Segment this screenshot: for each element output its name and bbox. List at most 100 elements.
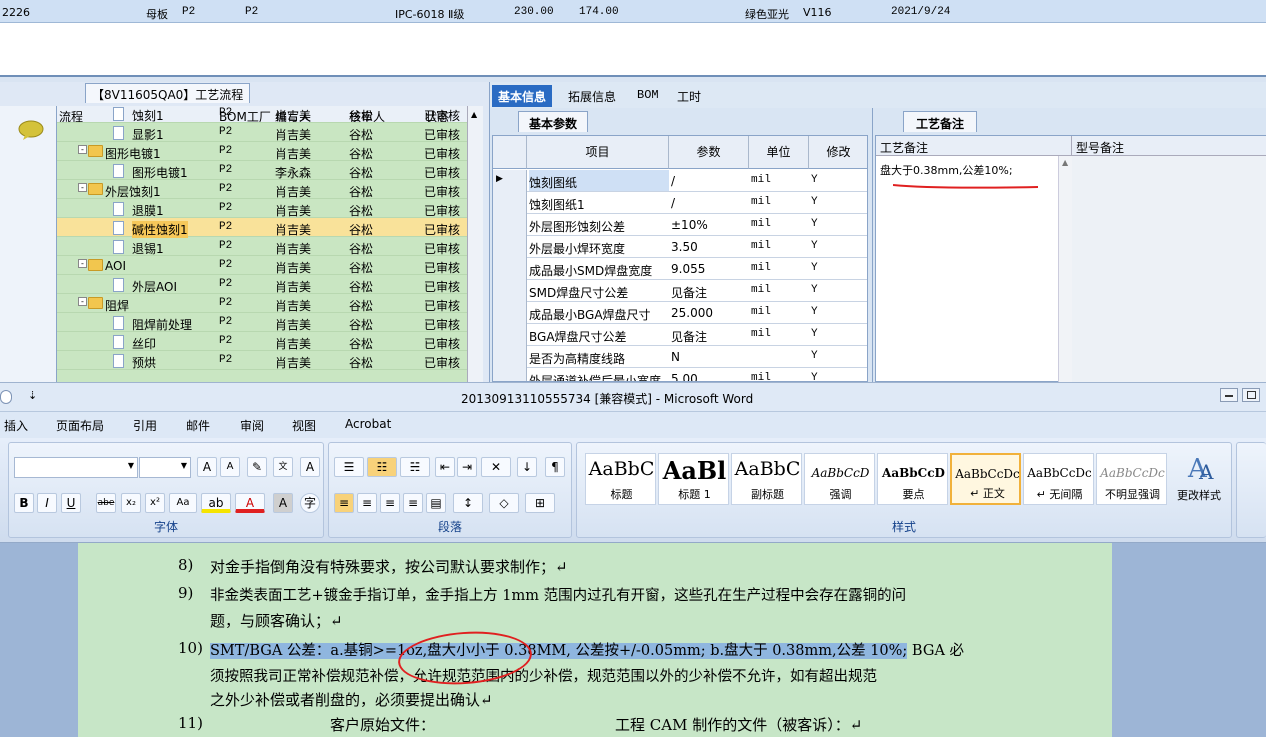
style-card[interactable]: AaBbC 副标题: [731, 453, 802, 505]
param-value[interactable]: /: [671, 196, 675, 210]
item-10-text[interactable]: SMT/BGA 公差：a.基铜>=1oz,盘大小小于 0.38MM, 公差按+/…: [210, 639, 964, 660]
row-header[interactable]: [493, 346, 527, 368]
row-header[interactable]: ▶: [493, 170, 527, 192]
process-row[interactable]: 外层AOI P2 肖吉美 谷松 已审核: [57, 275, 467, 294]
superscript-icon[interactable]: x²: [145, 493, 165, 513]
param-value[interactable]: 25.000: [671, 306, 713, 320]
increase-indent-icon[interactable]: ⇥: [457, 457, 477, 477]
process-row[interactable]: 阻焊前处理 P2 肖吉美 谷松 已审核: [57, 313, 467, 332]
param-row[interactable]: SMD焊盘尺寸公差 见备注 mil Y: [493, 280, 867, 302]
distributed-icon[interactable]: ▤: [426, 493, 446, 513]
sort-icon[interactable]: ↓: [517, 457, 537, 477]
param-value[interactable]: 9.055: [671, 262, 705, 276]
multilevel-list-icon[interactable]: ☵: [400, 457, 430, 477]
tab-basic-info[interactable]: 基本信息: [492, 85, 553, 107]
font-size-combo[interactable]: ▼: [139, 457, 191, 478]
document-page[interactable]: 8) 对金手指倒角没有特殊要求，按公司默认要求制作；↵ 9) 非金类表面工艺+镀…: [78, 543, 1112, 737]
param-value[interactable]: N: [671, 350, 680, 364]
style-card[interactable]: AaBl 标题 1: [658, 453, 729, 505]
bullets-icon[interactable]: ☰: [334, 457, 364, 477]
minimize-icon[interactable]: [1220, 388, 1238, 402]
change-case-icon[interactable]: Aa: [169, 493, 197, 513]
restore-icon[interactable]: [1242, 388, 1260, 402]
row-header[interactable]: [493, 214, 527, 236]
process-row[interactable]: 图形电镀1 P2 李永森 谷松 已审核: [57, 161, 467, 180]
align-center-icon[interactable]: ≡: [357, 493, 377, 513]
process-row[interactable]: 显影1 P2 肖吉美 谷松 已审核: [57, 123, 467, 142]
model-note-cell[interactable]: [1072, 156, 1266, 383]
row-header[interactable]: [493, 324, 527, 346]
strikethrough-icon[interactable]: abe: [96, 493, 116, 513]
tab-acrobat[interactable]: Acrobat: [345, 417, 391, 431]
params-table[interactable]: 项目 参数 单位 修改 ▶ 蚀刻图纸 / mil Y 蚀刻图纸1/mil Y 外层图形蚀刻公差…: [492, 135, 868, 382]
notes-tab[interactable]: 工艺备注: [903, 111, 978, 132]
show-marks-icon[interactable]: ¶: [545, 457, 565, 477]
process-row[interactable]: - 阻焊 P2 肖吉美 谷松 已审核: [57, 294, 467, 313]
underline-icon[interactable]: U: [61, 493, 81, 513]
row-header[interactable]: [493, 280, 527, 302]
tab-references[interactable]: 引用: [133, 417, 157, 434]
collapse-icon[interactable]: -: [78, 145, 87, 154]
process-row[interactable]: - 图形电镀1 P2 肖吉美 谷松 已审核: [57, 142, 467, 161]
tab-review[interactable]: 审阅: [240, 417, 264, 434]
process-note-text[interactable]: 盘大于0.38mm,公差10%;: [880, 162, 1013, 178]
undo-icon[interactable]: [0, 390, 12, 404]
param-row[interactable]: ▶ 蚀刻图纸 / mil Y: [493, 170, 867, 192]
tab-bom[interactable]: BOM: [631, 85, 665, 107]
param-value[interactable]: 3.50: [671, 240, 698, 254]
process-row[interactable]: 退膜1 P2 肖吉美 谷松 已审核: [57, 199, 467, 218]
collapse-icon[interactable]: -: [78, 297, 87, 306]
italic-icon[interactable]: I: [37, 493, 57, 513]
item-10-text-2[interactable]: 须按照我司正常补偿规范补偿，允许规范范围内的少补偿，规范范围以外的少补偿不允许，…: [210, 665, 877, 686]
quick-access-arrow-icon[interactable]: ⇣: [28, 389, 37, 402]
process-row[interactable]: 丝印 P2 肖吉美 谷松 已审核: [57, 332, 467, 351]
clear-format-icon[interactable]: ✎: [247, 457, 267, 477]
param-row[interactable]: 成品最小BGA焊盘尺寸 25.000 mil Y: [493, 302, 867, 324]
selected-text[interactable]: SMT/BGA 公差：a.基铜>=1oz,盘大小小于 0.38MM, 公差按+/…: [210, 643, 908, 659]
row-header[interactable]: [493, 302, 527, 324]
param-row[interactable]: 外层最小焊环宽度 3.50 mil Y: [493, 236, 867, 258]
grow-font-icon[interactable]: A: [197, 457, 217, 477]
item-8-text[interactable]: 对金手指倒角没有特殊要求，按公司默认要求制作；↵: [210, 556, 568, 577]
line-spacing-icon[interactable]: ↕: [453, 493, 483, 513]
order-row[interactable]: 2226 母板 P2 P2 IPC-6018 Ⅱ级 230.00 174.00 …: [0, 0, 1266, 23]
collapse-icon[interactable]: -: [78, 183, 87, 192]
params-tab[interactable]: 基本参数: [518, 111, 589, 132]
param-value[interactable]: 见备注: [671, 328, 707, 345]
row-header[interactable]: [493, 368, 527, 381]
enclose-char-icon[interactable]: 字: [300, 493, 320, 513]
tab-page-layout[interactable]: 页面布局: [56, 417, 104, 434]
item-9-text-cont[interactable]: 题，与顾客确认；↵: [210, 610, 343, 631]
highlight-icon[interactable]: ab: [201, 493, 231, 513]
param-value[interactable]: 见备注: [671, 284, 707, 301]
process-row[interactable]: - AOI P2 肖吉美 谷松 已审核: [57, 256, 467, 275]
shrink-font-icon[interactable]: A: [220, 457, 240, 477]
param-row[interactable]: BGA焊盘尺寸公差 见备注 mil Y: [493, 324, 867, 346]
style-card[interactable]: AaBbCcD 要点: [877, 453, 948, 505]
shading-icon[interactable]: ◇: [489, 493, 519, 513]
param-row[interactable]: 是否为高精度线路 N Y: [493, 346, 867, 368]
chat-bubble-icon[interactable]: [18, 120, 44, 140]
item-9-text[interactable]: 非金类表面工艺+镀金手指订单，金手指上方 1mm 范围内过孔有开窗，这些孔在生产…: [210, 584, 906, 605]
tab-mailings[interactable]: 邮件: [186, 417, 210, 434]
param-row[interactable]: 成品最小SMD焊盘宽度 9.055 mil Y: [493, 258, 867, 280]
param-value[interactable]: ±10%: [671, 218, 708, 232]
item-11-cam-file[interactable]: 工程 CAM 制作的文件（被客诉）：↵: [615, 714, 862, 735]
style-card[interactable]: AaBbCcDc 不明显强调: [1096, 453, 1167, 505]
style-card[interactable]: AaBbCcD 强调: [804, 453, 875, 505]
process-row[interactable]: - 外层蚀刻1 P2 肖吉美 谷松 已审核: [57, 180, 467, 199]
process-row[interactable]: 蚀刻1 P2 肖吉美 谷松 已审核: [57, 106, 467, 123]
row-header[interactable]: [493, 192, 527, 214]
char-shading-icon[interactable]: A: [273, 493, 293, 513]
font-color-icon[interactable]: A: [235, 493, 265, 513]
font-name-combo[interactable]: ▼: [14, 457, 138, 478]
param-value[interactable]: /: [671, 174, 675, 188]
tab-hours[interactable]: 工时: [671, 85, 707, 107]
param-value[interactable]: 5.00: [671, 372, 698, 381]
align-right-icon[interactable]: ≡: [380, 493, 400, 513]
phonetic-icon[interactable]: 文: [273, 457, 293, 477]
subscript-icon[interactable]: x₂: [121, 493, 141, 513]
char-border-icon[interactable]: A: [300, 457, 320, 477]
style-card[interactable]: AaBbCcDc ↵ 无间隔: [1023, 453, 1094, 505]
justify-icon[interactable]: ≡: [403, 493, 423, 513]
